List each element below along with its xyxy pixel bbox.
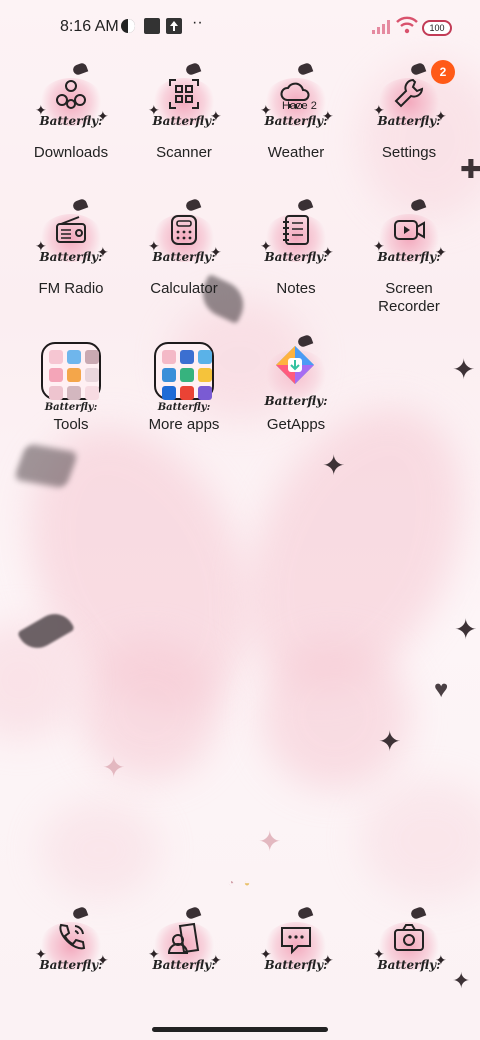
app-scanner[interactable]: ✦ ✦ Batterfly: Scanner — [128, 61, 240, 162]
square-icon — [144, 18, 160, 34]
brand-text: Batterfly: — [377, 958, 441, 972]
app-screen-recorder[interactable]: ✦ ✦ Batterfly: Screen Recorder — [353, 197, 465, 316]
brand-text: Batterfly: — [377, 250, 441, 264]
app-label: More apps — [148, 416, 220, 433]
brand-text: Batterfly: — [39, 958, 103, 972]
heart-icon: ♥ — [434, 676, 449, 703]
signal-icon — [372, 20, 390, 34]
app-label: GetApps — [266, 416, 326, 433]
folder-more-apps[interactable]: Batterfly: More apps — [128, 340, 240, 434]
video-recorder-icon — [394, 220, 425, 240]
home-gesture-bar[interactable] — [152, 1027, 328, 1032]
app-label: Tools — [53, 416, 89, 433]
battery-icon: 100 — [422, 20, 452, 36]
app-label: Settings — [381, 144, 437, 161]
dock-phone[interactable]: ✦ ✦ Batterfly: — [15, 905, 127, 982]
phone-icon — [59, 923, 86, 950]
download-nodes-icon — [56, 80, 86, 109]
app-downloads[interactable]: ✦ ✦ Batterfly: Downloads — [15, 61, 127, 162]
app-label: FM Radio — [38, 280, 104, 297]
sparkle-icon: ✦ — [452, 354, 476, 385]
brand-text: Batterfly: — [157, 402, 211, 413]
app-label: Screen Recorder — [378, 280, 440, 315]
app-settings[interactable]: ✦ ✦ 2 Batterfly: Settings — [353, 60, 465, 162]
brand-text: Batterfly: — [264, 958, 328, 972]
folder-icon — [154, 342, 214, 400]
messages-icon — [281, 927, 311, 955]
contacts-icon — [167, 922, 200, 954]
qr-scanner-icon — [169, 79, 199, 109]
dock-messages[interactable]: ✦ ✦ Batterfly: — [240, 905, 352, 982]
decorative-dot: ◒ — [244, 878, 251, 889]
brand-text: Batterfly: — [264, 394, 328, 408]
brand-text: Batterfly: — [264, 250, 328, 264]
brand-text: Batterfly: — [264, 114, 328, 128]
app-label: Notes — [276, 280, 316, 297]
camera-icon — [394, 924, 424, 951]
dock-contacts[interactable]: ✦ ✦ Batterfly: — [128, 905, 240, 982]
notebook-icon — [283, 215, 309, 245]
notification-badge: 2 — [431, 60, 455, 84]
upload-icon — [166, 18, 182, 34]
brand-text: Batterfly: — [39, 250, 103, 264]
sparkle-icon: ✦ — [258, 826, 282, 857]
app-weather[interactable]: ✦ ✦ Haze 2 Batterfly: Weather — [240, 61, 352, 162]
radio-icon — [56, 216, 86, 243]
brand-text: Batterfly: — [39, 114, 103, 128]
app-getapps[interactable]: Batterfly: GetApps — [240, 333, 352, 434]
app-label: Calculator — [150, 280, 218, 297]
calculator-icon — [171, 215, 197, 245]
app-label: Scanner — [156, 144, 212, 161]
wrench-icon — [394, 78, 424, 108]
folder-tools[interactable]: Batterfly: Tools — [15, 340, 127, 434]
getapps-icon — [276, 346, 314, 384]
brand-text: Batterfly: — [152, 250, 216, 264]
brand-text: Batterfly: — [377, 114, 441, 128]
brand-text: Batterfly: — [152, 958, 216, 972]
app-calculator[interactable]: ✦ ✦ Batterfly: Calculator — [128, 197, 240, 298]
folder-icon — [41, 342, 101, 400]
brand-text: Batterfly: — [152, 114, 216, 128]
dock-camera[interactable]: ✦ ✦ Batterfly: — [353, 905, 465, 982]
sparkle-icon: ✦ — [454, 614, 478, 645]
weather-overlay: Haze 2 — [282, 100, 317, 112]
butterfly-silhouette — [13, 443, 79, 489]
status-bar: 8:16 AM ·· 100 — [0, 0, 480, 56]
wifi-icon — [396, 16, 418, 34]
sparkle-icon: ✦ — [378, 726, 402, 757]
more-dots-icon: ·· — [192, 14, 203, 31]
sparkle-icon: ✦ — [322, 450, 346, 481]
dock: ✦ ✦ Batterfly: ✦ ✦ Batterfly: ✦ ✦ Batter… — [0, 905, 480, 992]
app-label: Downloads — [33, 144, 109, 161]
app-notes[interactable]: ✦ ✦ Batterfly: Notes — [240, 197, 352, 298]
clock: 8:16 AM — [60, 18, 119, 35]
brand-text: Batterfly: — [44, 402, 98, 413]
app-label: Weather — [267, 144, 325, 161]
sparkle-icon: ✦ — [102, 752, 126, 783]
decorative-dot: ◔ — [228, 878, 235, 889]
vpn-icon — [120, 18, 136, 34]
butterfly-silhouette — [16, 606, 76, 656]
app-fm-radio[interactable]: ✦ ✦ Batterfly: FM Radio — [15, 197, 127, 298]
